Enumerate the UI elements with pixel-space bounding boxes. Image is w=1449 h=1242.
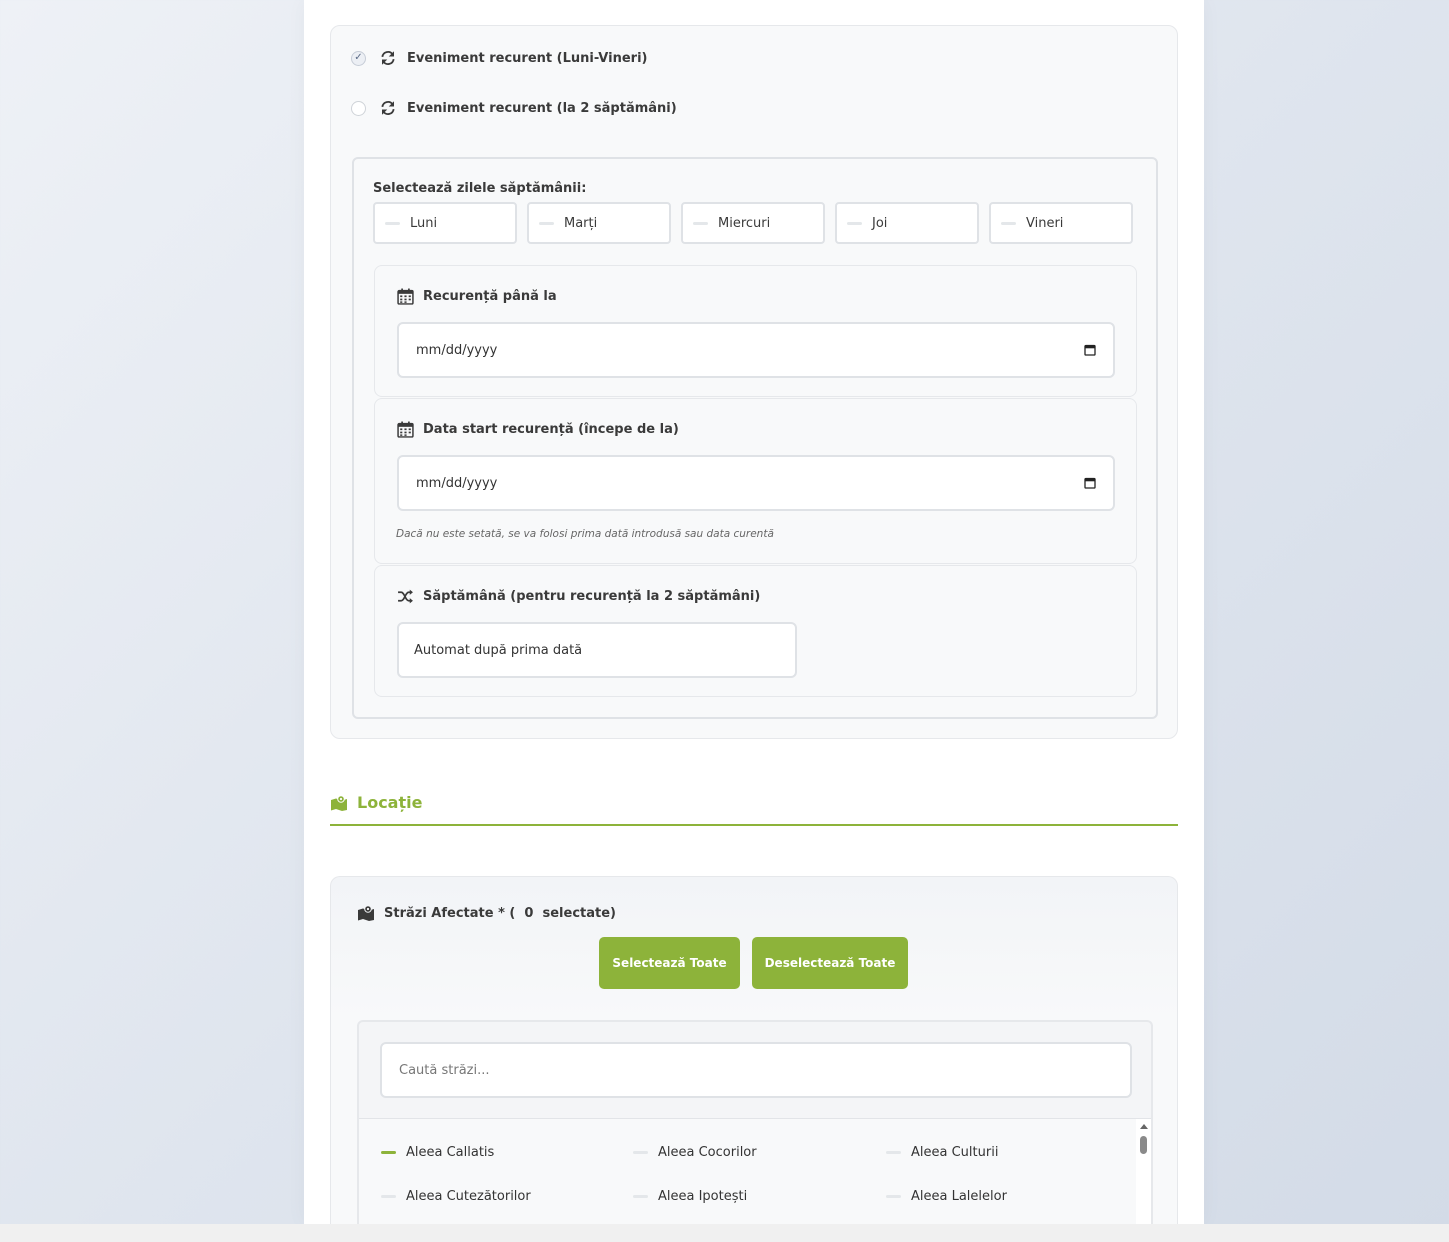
radio-weekdays-label: Eveniment recurent (Luni-Vineri) xyxy=(407,50,648,66)
sync-icon xyxy=(381,101,395,115)
checkbox-indicator xyxy=(539,221,554,225)
street-name: Aleea Callatis xyxy=(406,1145,495,1160)
scroll-thumb[interactable] xyxy=(1140,1136,1147,1154)
day-checkbox-miercuri[interactable]: Miercuri xyxy=(681,202,825,244)
day-checkbox-joi[interactable]: Joi xyxy=(835,202,979,244)
recurrence-card: ✓ Eveniment recurent (Luni-Vineri) Eveni… xyxy=(330,25,1178,739)
start-date-card: Data start recurență (începe de la) mm/d… xyxy=(374,398,1137,564)
days-label: Selectează zilele săptămânii: xyxy=(373,181,587,196)
checkbox-indicator xyxy=(886,1195,901,1198)
week-select-card: Săptămână (pentru recurență la 2 săptămâ… xyxy=(374,565,1137,697)
select-all-button[interactable]: Selectează Toate xyxy=(599,937,740,989)
checkbox-indicator xyxy=(1001,221,1016,225)
checkbox-indicator xyxy=(633,1195,648,1198)
location-title-text: Locație xyxy=(357,793,423,812)
day-label: Joi xyxy=(872,215,888,231)
start-date-label: Data start recurență (începe de la) xyxy=(397,421,679,438)
checkbox-indicator xyxy=(381,1151,396,1154)
street-search-input[interactable]: Caută străzi... xyxy=(380,1042,1132,1098)
checkbox-indicator xyxy=(633,1151,648,1154)
day-checkbox-luni[interactable]: Luni xyxy=(373,202,517,244)
week-select-label-text: Săptămână (pentru recurență la 2 săptămâ… xyxy=(423,589,761,604)
streets-list-panel: Caută străzi... Aleea Callatis Aleea Coc… xyxy=(357,1020,1153,1242)
street-search-placeholder: Caută străzi... xyxy=(399,1062,490,1078)
recurrence-settings-box: Selectează zilele săptămânii: Luni Marți… xyxy=(352,157,1158,719)
until-date-placeholder: mm/dd/yyyy xyxy=(416,342,498,358)
until-date-label: Recurență până la xyxy=(397,288,557,305)
street-name: Aleea Lalelelor xyxy=(911,1189,1007,1204)
sync-icon xyxy=(381,51,395,65)
day-label: Marți xyxy=(564,215,598,231)
street-name: Aleea Culturii xyxy=(911,1145,999,1160)
section-divider xyxy=(330,824,1178,826)
day-label: Vineri xyxy=(1026,215,1064,231)
street-name: Aleea Cocorilor xyxy=(658,1145,757,1160)
day-label: Luni xyxy=(410,215,438,231)
map-icon xyxy=(331,794,347,811)
street-name: Aleea Ipotești xyxy=(658,1189,748,1204)
day-label: Miercuri xyxy=(718,215,771,231)
radio-biweekly-row[interactable]: Eveniment recurent (la 2 săptămâni) xyxy=(351,99,677,117)
streets-label-text: Străzi Afectate * ( 0 selectate) xyxy=(384,905,617,921)
radio-weekdays-row[interactable]: ✓ Eveniment recurent (Luni-Vineri) xyxy=(351,49,647,67)
start-date-hint: Dacă nu este setată, se va folosi prima … xyxy=(396,528,774,540)
street-item[interactable]: Aleea Callatis xyxy=(381,1145,494,1160)
checkbox-indicator xyxy=(381,1195,396,1198)
checkbox-indicator xyxy=(693,221,708,225)
calendar-picker-icon[interactable] xyxy=(1084,344,1096,356)
checkbox-indicator xyxy=(886,1151,901,1154)
days-row: Luni Marți Miercuri Joi Vineri xyxy=(373,202,1133,244)
start-date-label-text: Data start recurență (începe de la) xyxy=(423,422,679,437)
streets-label: Străzi Afectate * ( 0 selectate) xyxy=(357,905,616,921)
scroll-up-arrow-icon[interactable] xyxy=(1140,1124,1148,1129)
form-page: ✓ Eveniment recurent (Luni-Vineri) Eveni… xyxy=(304,0,1204,1242)
street-item[interactable]: Aleea Lalelelor xyxy=(886,1189,1007,1204)
until-date-card: Recurență până la mm/dd/yyyy xyxy=(374,265,1137,397)
checkbox-indicator xyxy=(847,221,862,225)
checkbox-indicator xyxy=(385,221,400,225)
day-checkbox-vineri[interactable]: Vineri xyxy=(989,202,1133,244)
street-item[interactable]: Aleea Ipotești xyxy=(633,1189,747,1204)
shuffle-icon xyxy=(398,589,413,604)
location-section-title: Locație xyxy=(330,793,422,812)
until-date-input[interactable]: mm/dd/yyyy xyxy=(397,322,1115,378)
bottom-strip xyxy=(0,1224,1449,1242)
street-name: Aleea Cutezătorilor xyxy=(406,1189,531,1204)
street-item[interactable]: Aleea Cocorilor xyxy=(633,1145,757,1160)
street-item[interactable]: Aleea Culturii xyxy=(886,1145,998,1160)
radio-biweekly-label: Eveniment recurent (la 2 săptămâni) xyxy=(407,100,677,116)
deselect-all-button[interactable]: Deselectează Toate xyxy=(752,937,908,989)
week-select-value: Automat după prima dată xyxy=(414,642,583,658)
radio-biweekly[interactable] xyxy=(351,100,366,116)
until-date-label-text: Recurență până la xyxy=(423,289,557,304)
start-date-input[interactable]: mm/dd/yyyy xyxy=(397,455,1115,511)
radio-weekdays[interactable]: ✓ xyxy=(351,50,366,66)
street-item[interactable]: Aleea Cutezătorilor xyxy=(381,1189,531,1204)
streets-card: Străzi Afectate * ( 0 selectate) Selecte… xyxy=(330,876,1178,1242)
week-select-label: Săptămână (pentru recurență la 2 săptămâ… xyxy=(397,588,760,605)
calendar-icon xyxy=(397,421,414,438)
map-icon xyxy=(358,905,374,921)
calendar-icon xyxy=(397,288,414,305)
week-select[interactable]: Automat după prima dată xyxy=(397,622,797,678)
calendar-picker-icon[interactable] xyxy=(1084,477,1096,489)
day-checkbox-marti[interactable]: Marți xyxy=(527,202,671,244)
start-date-placeholder: mm/dd/yyyy xyxy=(416,475,498,491)
